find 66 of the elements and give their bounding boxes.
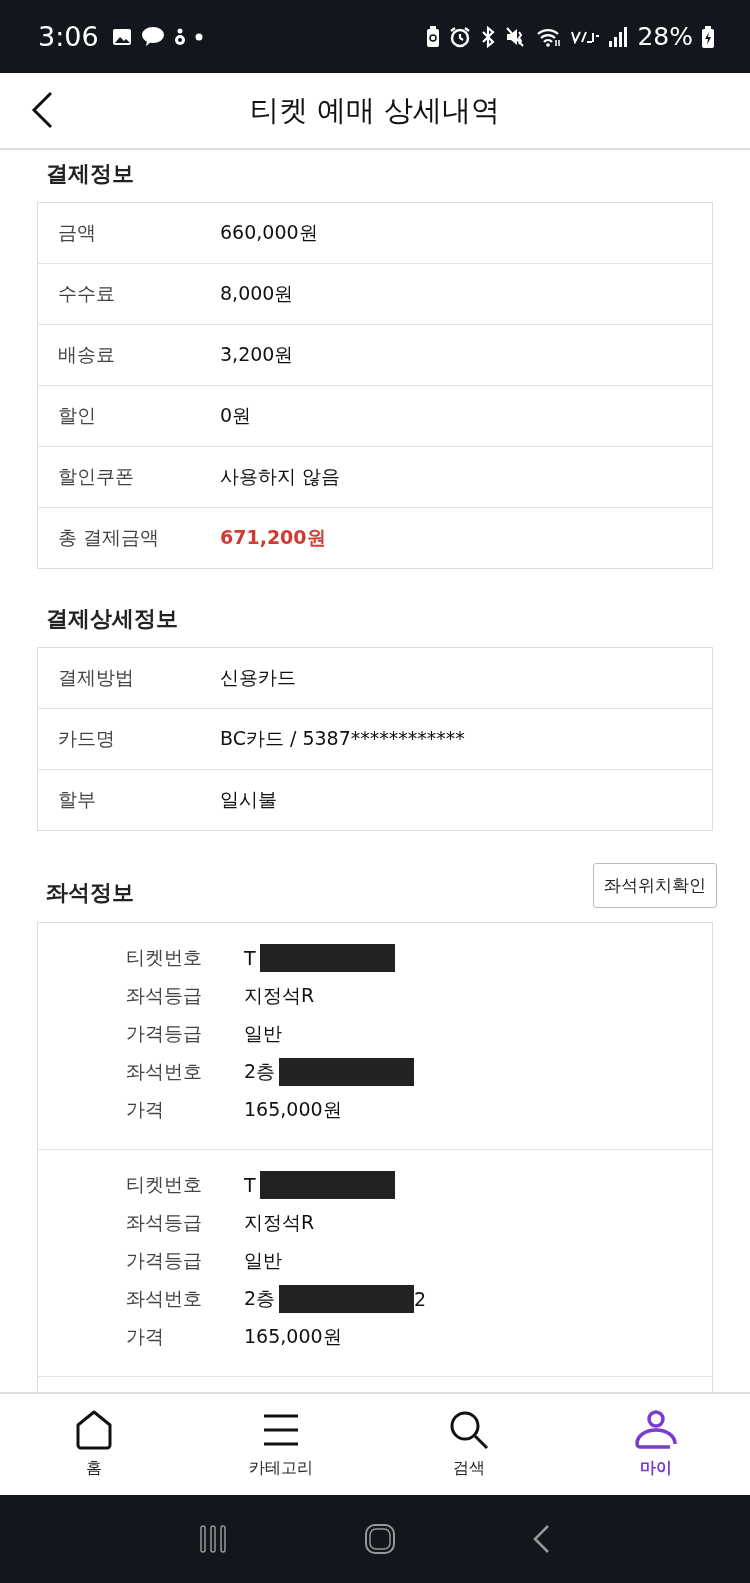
- field-label: 가격등급: [126, 1248, 203, 1273]
- signal-icon: [608, 26, 629, 47]
- row-value: BC카드 / 5387************: [220, 726, 465, 751]
- row-value: 3,200원: [220, 342, 294, 367]
- field-label: 티켓번호: [126, 1172, 203, 1197]
- battery-charging-icon: [702, 25, 714, 48]
- row-label: 할부: [57, 787, 97, 812]
- seat-location-button[interactable]: 좌석위치확인: [593, 863, 717, 908]
- row-label: 수수료: [57, 281, 116, 306]
- row-label: 카드명: [57, 726, 116, 751]
- field-label: 티켓번호: [126, 945, 203, 970]
- search-icon: [448, 1410, 489, 1450]
- notification-icon: [173, 26, 186, 47]
- field-value: 2층: [244, 1286, 276, 1311]
- field-label: 좌석번호: [126, 1286, 203, 1311]
- field-label: 가격: [126, 1097, 165, 1122]
- field-value: 2: [414, 1288, 427, 1310]
- field-label: 좌석번호: [126, 1059, 203, 1084]
- recent-apps-icon[interactable]: [198, 1524, 228, 1554]
- home-button-icon[interactable]: [364, 1523, 396, 1555]
- field-value: T: [244, 947, 256, 969]
- battery-percent: 28%: [637, 22, 693, 51]
- field-value: 지정석R: [244, 983, 315, 1008]
- back-icon[interactable]: [31, 91, 53, 129]
- status-time: 3:06: [38, 21, 99, 52]
- section-title: 결제정보: [46, 160, 135, 188]
- bluetooth-icon: [480, 25, 497, 48]
- field-value: 2층: [244, 1059, 276, 1084]
- row-value: 660,000원: [220, 220, 318, 245]
- field-value: 지정석R: [244, 1210, 315, 1235]
- nav-tab[interactable]: 카테고리: [187, 1394, 375, 1495]
- row-label: 결제방법: [57, 665, 135, 690]
- field-value: 일반: [244, 1248, 282, 1273]
- nav-tab[interactable]: 마이: [562, 1394, 750, 1495]
- row-label: 배송료: [57, 342, 116, 367]
- chat-bubble-icon: [140, 25, 165, 48]
- back-icon[interactable]: [532, 1524, 552, 1554]
- field-label: 좌석등급: [126, 983, 203, 1008]
- row-value: 671,200원: [220, 525, 326, 550]
- field-label: 가격등급: [126, 1021, 203, 1046]
- row-label: 할인: [57, 403, 97, 428]
- alarm-icon: [449, 25, 472, 48]
- field-value: 165,000원: [244, 1324, 342, 1349]
- field-value: 165,000원: [244, 1097, 342, 1122]
- row-label: 할인쿠폰: [57, 464, 135, 489]
- person-icon: [634, 1410, 679, 1450]
- row-value: 사용하지 않음: [220, 464, 341, 489]
- row-value: 일시불: [220, 787, 277, 812]
- dot-icon: [194, 32, 203, 41]
- home-icon: [74, 1410, 113, 1450]
- field-value: T: [244, 1174, 256, 1196]
- row-label: 총 결제금액: [57, 525, 161, 550]
- row-value: 신용카드: [220, 665, 296, 690]
- row-value: 8,000원: [220, 281, 294, 306]
- field-value: 일반: [244, 1021, 282, 1046]
- field-label: 좌석등급: [126, 1210, 203, 1235]
- nav-tab[interactable]: 검색: [375, 1394, 563, 1495]
- battery-saver-icon: [426, 25, 441, 48]
- section-title: 결제상세정보: [46, 605, 179, 633]
- row-label: 금액: [57, 220, 97, 245]
- row-value: 0원: [220, 403, 252, 428]
- image-icon: [111, 26, 132, 47]
- nav-tab[interactable]: 홈: [0, 1394, 188, 1495]
- field-label: 가격: [126, 1324, 165, 1349]
- page-title: 티켓 예매 상세내역: [249, 91, 501, 129]
- section-title: 좌석정보: [46, 878, 134, 907]
